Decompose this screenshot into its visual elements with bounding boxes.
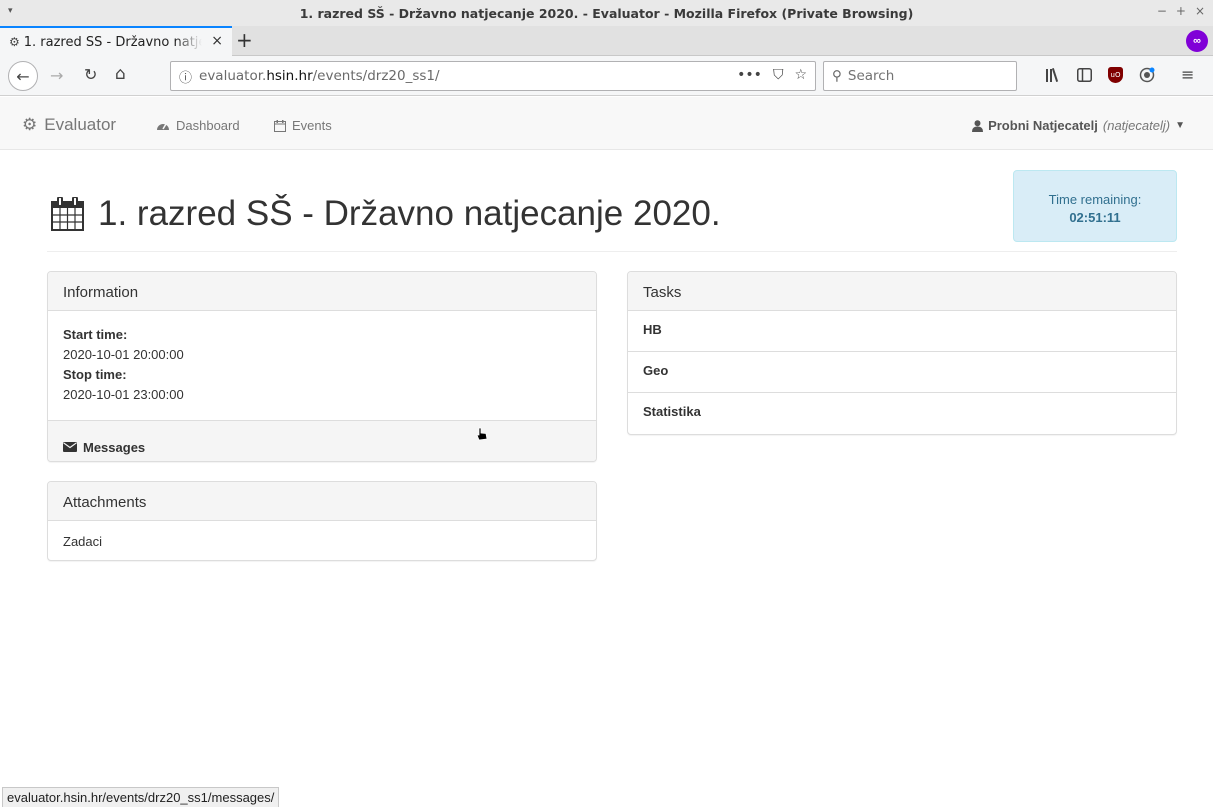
status-bar: evaluator.hsin.hr/events/drz20_ss1/messa…	[2, 787, 280, 807]
page-header: 1. razred SŠ - Državno natjecanje 2020. …	[47, 170, 1177, 252]
tab-close-icon[interactable]: ×	[211, 33, 223, 49]
dashboard-icon	[156, 120, 170, 131]
messages-link[interactable]: Messages	[48, 420, 596, 461]
url-bar[interactable]: ⓘ evaluator. hsin.hr/events/drz20_ss1/ ••…	[170, 61, 816, 91]
maximize-icon[interactable]: +	[1176, 4, 1186, 18]
caret-down-icon: ▼	[1175, 120, 1185, 131]
envelope-icon	[63, 442, 77, 452]
tab-title: 1. razred SŠ - Državno natjecanje 2020.	[23, 34, 202, 50]
menu-icon[interactable]: ≡	[1181, 65, 1194, 84]
user-login: (natjecatelj)	[1102, 118, 1171, 133]
brand-link[interactable]: ⚙ Evaluator	[22, 115, 116, 135]
start-time-value: 2020-10-01 20:00:00	[63, 347, 184, 362]
app-navbar: ⚙ Evaluator Dashboard Events Probni Natj…	[0, 97, 1213, 150]
minimize-icon[interactable]: −	[1157, 4, 1167, 18]
task-item-hb[interactable]: HB	[628, 311, 1176, 352]
gears-icon: ⚙	[9, 35, 20, 49]
tasks-heading: Tasks	[628, 272, 1176, 311]
user-menu[interactable]: Probni Natjecatelj (natjecatelj) ▼	[972, 118, 1185, 133]
hand-cursor-icon	[476, 427, 488, 441]
site-info-icon[interactable]: ⓘ	[179, 67, 192, 86]
stop-time-label: Stop time:	[63, 367, 127, 382]
arrow-left-icon: ←	[16, 66, 30, 86]
back-button[interactable]: ←	[8, 61, 38, 91]
search-placeholder: Search	[847, 68, 895, 84]
attachments-panel: Attachments Zadaci	[47, 481, 597, 561]
pocket-icon[interactable]: ⛉	[773, 67, 784, 83]
brand-name: Evaluator	[44, 115, 117, 134]
tasks-panel: Tasks HB Geo Statistika	[627, 271, 1177, 435]
extension-icon[interactable]	[1139, 67, 1155, 83]
user-name: Probni Natjecatelj	[988, 118, 1098, 133]
new-tab-button[interactable]: +	[236, 28, 253, 52]
window-titlebar: ▾ 1. razred SŠ - Državno natjecanje 2020…	[0, 0, 1213, 26]
window-menu-icon[interactable]: ▾	[8, 5, 13, 16]
time-remaining-label: Time remaining:	[1048, 192, 1142, 207]
search-icon: ⚲	[832, 68, 842, 84]
user-icon	[972, 119, 984, 132]
close-window-icon[interactable]: ×	[1195, 4, 1205, 18]
browser-toolbar: ← → ↻ ⌂ ⓘ evaluator. hsin.hr/events/drz20…	[0, 56, 1213, 96]
nav-events[interactable]: Events	[274, 118, 332, 133]
url-path: /events/drz20_ss1/	[312, 68, 440, 84]
toolbar-right: uO ≡	[1046, 65, 1194, 84]
sidebar-icon[interactable]	[1077, 67, 1092, 82]
window-title: 1. razred SŠ - Državno natjecanje 2020. …	[299, 5, 914, 21]
gears-icon: ⚙	[22, 115, 38, 134]
forward-button[interactable]: →	[50, 66, 63, 85]
page-title: 1. razred SŠ - Državno natjecanje 2020.	[51, 194, 721, 234]
time-remaining-box: Time remaining: 02:51:11	[1013, 170, 1177, 242]
page-actions-icon[interactable]: •••	[737, 67, 762, 83]
bookmark-star-icon[interactable]: ☆	[794, 67, 807, 83]
task-item-statistika[interactable]: Statistika	[628, 393, 1176, 434]
attachments-heading: Attachments	[48, 482, 596, 521]
information-panel: Information Start time: 2020-10-01 20:00…	[47, 271, 597, 462]
private-browsing-icon: ∞	[1186, 30, 1208, 52]
reload-button[interactable]: ↻	[84, 65, 97, 84]
url-domain: hsin.hr	[266, 68, 313, 84]
url-prefix: evaluator.	[199, 68, 267, 84]
window-controls: − + ×	[1157, 4, 1205, 18]
nav-dashboard-label: Dashboard	[176, 118, 240, 133]
ublock-icon[interactable]: uO	[1108, 66, 1123, 83]
information-body: Start time: 2020-10-01 20:00:00 Stop tim…	[48, 311, 596, 420]
search-bar[interactable]: ⚲ Search	[823, 61, 1017, 91]
attachment-item[interactable]: Zadaci	[48, 521, 596, 560]
time-remaining-value: 02:51:11	[1069, 210, 1121, 225]
tab-strip: ⚙ 1. razred SŠ - Državno natjecanje 2020…	[0, 26, 1213, 56]
task-item-geo[interactable]: Geo	[628, 352, 1176, 393]
library-icon[interactable]	[1046, 67, 1061, 82]
nav-events-label: Events	[292, 118, 332, 133]
page-title-text: 1. razred SŠ - Državno natjecanje 2020.	[98, 194, 721, 233]
start-time-label: Start time:	[63, 327, 128, 342]
url-actions: ••• ⛉ ☆	[737, 67, 807, 83]
nav-dashboard[interactable]: Dashboard	[156, 118, 240, 133]
calendar-icon	[274, 119, 286, 132]
messages-label: Messages	[83, 439, 146, 455]
browser-tab-active[interactable]: ⚙ 1. razred SŠ - Državno natjecanje 2020…	[0, 26, 232, 56]
calendar-icon	[51, 197, 84, 231]
information-heading: Information	[48, 272, 596, 311]
stop-time-value: 2020-10-01 23:00:00	[63, 387, 184, 402]
home-button[interactable]: ⌂	[115, 64, 126, 84]
